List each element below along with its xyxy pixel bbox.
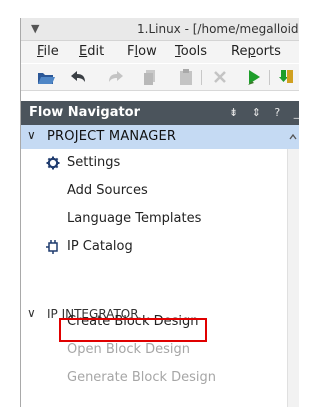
redo-button[interactable] [105, 67, 127, 87]
window-title: 1.Linux - [/home/megalloid [137, 22, 299, 36]
section-label: PROJECT MANAGER [47, 129, 177, 144]
run-button[interactable] [243, 67, 265, 87]
nav-item-language-templates[interactable]: Language Templates [67, 211, 201, 226]
nav-item-add-sources[interactable]: Add Sources [67, 183, 148, 198]
scroll-up-arrow[interactable] [287, 125, 299, 149]
annotation-highlight-box [59, 318, 207, 342]
ip-plug-icon [46, 240, 58, 254]
delete-button[interactable] [209, 67, 231, 87]
paste-button[interactable] [175, 67, 197, 87]
vivado-window: ▼ 1.Linux - [/home/megalloid File Edit F… [20, 18, 299, 407]
menu-tools[interactable]: Tools [175, 44, 207, 59]
menu-edit[interactable]: Edit [79, 44, 104, 59]
section-project-manager[interactable]: ∨ PROJECT MANAGER [21, 125, 299, 149]
folder-open-icon [38, 73, 55, 84]
nav-item-generate-block-design: Generate Block Design [67, 370, 217, 385]
flow-navigator-header: Flow Navigator ⇟ ⇕ ? _ [21, 101, 299, 125]
menu-reports[interactable]: Reports [231, 44, 281, 59]
title-bar: ▼ 1.Linux - [/home/megalloid [21, 18, 299, 41]
chevron-down-icon[interactable]: ∨ [27, 306, 36, 320]
program-download-button[interactable] [277, 67, 299, 87]
copy-button[interactable] [139, 67, 161, 87]
chevron-down-icon[interactable]: ∨ [27, 128, 36, 142]
download-bitstream-icon [279, 70, 293, 83]
panel-controls-icon[interactable]: ⇟ ⇕ ? _ [229, 106, 299, 119]
toolbar-separator [201, 70, 202, 85]
window-menu-chevron-icon[interactable]: ▼ [31, 22, 39, 35]
chevron-up-icon [289, 133, 297, 140]
main-toolbar [21, 64, 299, 91]
menu-file[interactable]: File [37, 44, 59, 59]
nav-item-open-block-design: Open Block Design [67, 342, 191, 357]
menu-flow[interactable]: Flow [127, 44, 157, 59]
open-project-button[interactable] [35, 67, 57, 87]
gear-icon [46, 156, 60, 170]
nav-item-label: Settings [67, 155, 121, 170]
vertical-scrollbar[interactable] [287, 149, 299, 407]
undo-button[interactable] [67, 67, 89, 87]
toolbar-separator [269, 70, 270, 85]
menu-bar: File Edit Flow Tools Reports [21, 41, 299, 63]
flow-navigator-title: Flow Navigator [29, 105, 141, 120]
copy-icon [144, 70, 155, 85]
redo-arrow-icon [109, 71, 123, 82]
nav-item-label: IP Catalog [67, 239, 133, 254]
delete-x-icon [214, 71, 226, 83]
play-icon [248, 70, 260, 85]
paste-icon [180, 69, 192, 85]
undo-arrow-icon [71, 71, 85, 82]
